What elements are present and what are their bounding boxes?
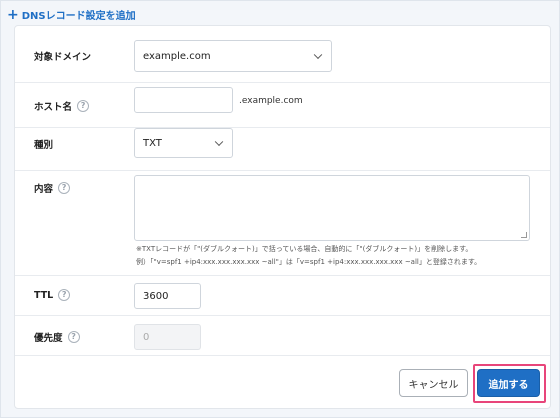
form-panel: 対象ドメイン example.com ホスト名 ? .example.com 種…: [14, 25, 551, 409]
record-type-label: 種別: [34, 140, 54, 151]
help-icon[interactable]: ?: [58, 182, 71, 194]
ttl-label: TTL ?: [34, 289, 71, 301]
row-content: 内容 ? ※TXTレコードが「"(ダブルクォート)」で括っている場合、自動的に「…: [15, 171, 550, 276]
add-dns-record-link[interactable]: + DNSレコード設定を追加: [7, 6, 136, 23]
cancel-button[interactable]: キャンセル: [399, 369, 468, 397]
hostname-suffix: .example.com: [239, 96, 303, 106]
ttl-input[interactable]: 3600: [134, 283, 201, 309]
record-type-select[interactable]: TXT: [134, 128, 233, 158]
content-textarea[interactable]: [134, 175, 530, 241]
target-domain-select[interactable]: example.com: [134, 40, 332, 72]
row-ttl: TTL ? 3600: [15, 276, 550, 316]
dns-record-form-container: + DNSレコード設定を追加 対象ドメイン example.com ホスト名 ?…: [0, 0, 560, 418]
help-icon[interactable]: ?: [67, 331, 80, 343]
resize-handle-icon[interactable]: [521, 232, 527, 238]
target-domain-label: 対象ドメイン: [34, 52, 92, 63]
help-icon[interactable]: ?: [77, 100, 90, 112]
help-icon[interactable]: ?: [58, 289, 71, 301]
priority-input: 0: [134, 324, 201, 350]
row-record-type: 種別 TXT: [15, 118, 550, 171]
hostname-input[interactable]: [134, 87, 233, 113]
chevron-down-icon: [313, 50, 323, 60]
plus-icon: +: [7, 6, 19, 23]
add-dns-record-label: DNSレコード設定を追加: [21, 11, 136, 22]
add-button[interactable]: 追加する: [477, 369, 540, 397]
priority-label: 優先度 ?: [34, 330, 80, 344]
content-note: ※TXTレコードが「"(ダブルクォート)」で括っている場合、自動的に「"(ダブル…: [136, 245, 482, 266]
content-label: 内容 ?: [34, 181, 71, 195]
chevron-down-icon: [214, 137, 224, 147]
hostname-label: ホスト名 ?: [34, 99, 90, 113]
row-target-domain: 対象ドメイン example.com: [15, 26, 550, 83]
row-priority: 優先度 ? 0: [15, 316, 550, 356]
